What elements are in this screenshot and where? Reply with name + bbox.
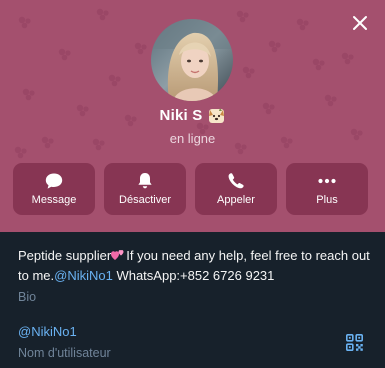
two-hearts-icon: [111, 250, 124, 260]
profile-info: Peptide supplier If you need any help, f…: [0, 232, 385, 368]
bio-text-start: Peptide supplier: [18, 248, 112, 263]
profile-panel: Niki S en ligne Message Désactiver Appel…: [0, 0, 385, 368]
more-dots-icon: [318, 178, 336, 184]
bio-text: Peptide supplier If you need any help, f…: [18, 246, 373, 286]
more-button[interactable]: Plus: [286, 163, 368, 215]
username-label: Nom d'utilisateur: [18, 346, 111, 360]
qr-code-icon[interactable]: [346, 334, 363, 351]
profile-header: Niki S en ligne Message Désactiver Appel…: [0, 0, 385, 232]
avatar[interactable]: [151, 19, 233, 101]
name-row: Niki S: [0, 107, 385, 124]
mute-button[interactable]: Désactiver: [104, 163, 186, 215]
dog-emoji-icon: [209, 108, 225, 123]
bell-icon: [138, 173, 152, 189]
message-label: Message: [31, 194, 77, 206]
call-button[interactable]: Appeler: [195, 163, 277, 215]
chat-bubble-icon: [45, 173, 63, 189]
more-label: Plus: [316, 194, 338, 206]
online-status: en ligne: [169, 131, 216, 146]
phone-icon: [228, 173, 244, 189]
username-value[interactable]: @NikiNo1: [18, 324, 77, 339]
call-label: Appeler: [217, 194, 255, 206]
bio-label: Bio: [18, 290, 37, 304]
action-bar: Message Désactiver Appeler Plus: [13, 163, 368, 215]
bio-mention-link[interactable]: @NikiNo1: [54, 268, 113, 283]
mute-label: Désactiver: [119, 194, 171, 206]
bio-text-end: WhatsApp:+852 6726 9231: [112, 268, 275, 283]
profile-name: Niki S: [159, 107, 203, 124]
close-icon[interactable]: [349, 12, 371, 34]
message-button[interactable]: Message: [13, 163, 95, 215]
